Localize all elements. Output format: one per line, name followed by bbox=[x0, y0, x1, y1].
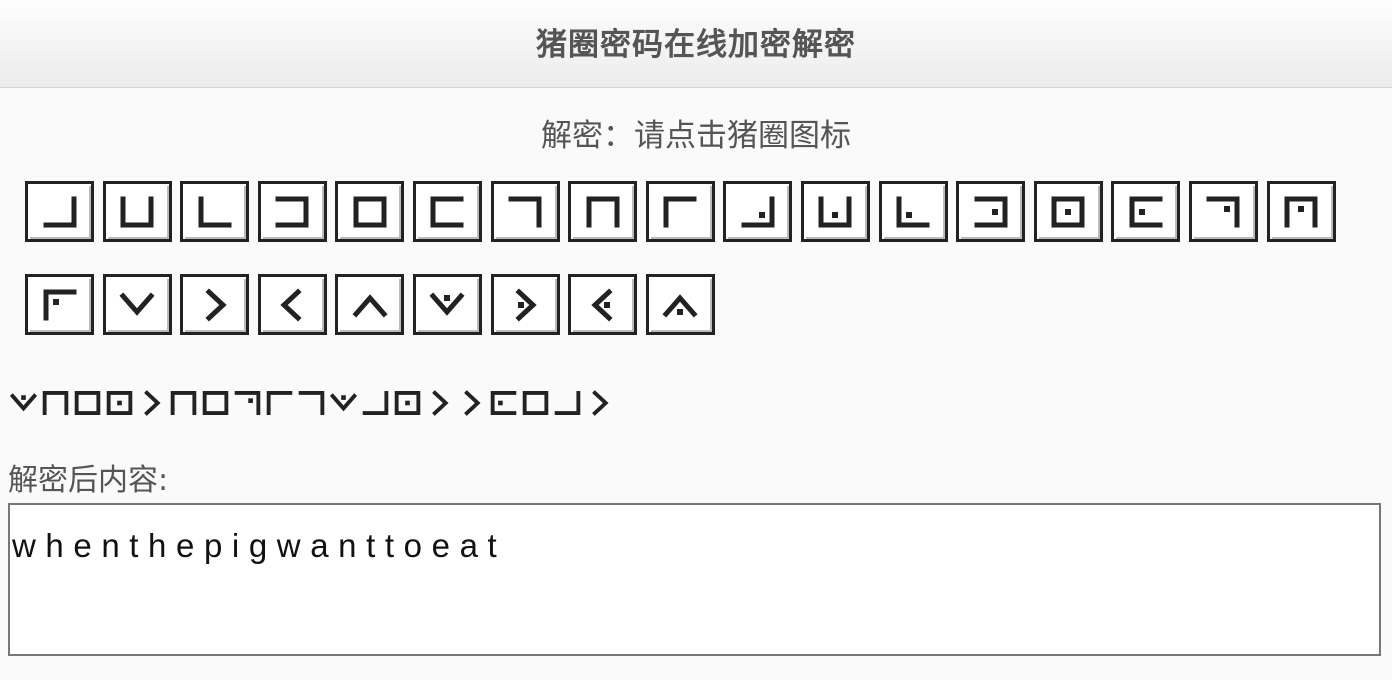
cipher-glyph-t-icon bbox=[424, 385, 455, 421]
cipher-glyph-t-icon bbox=[584, 385, 615, 421]
key-v[interactable] bbox=[335, 274, 405, 335]
pigpen-z-icon bbox=[660, 288, 700, 322]
cipher-glyph-t-icon bbox=[456, 385, 487, 421]
key-l[interactable] bbox=[878, 181, 948, 242]
pigpen-f-icon bbox=[427, 195, 467, 229]
key-x[interactable] bbox=[490, 274, 560, 335]
cipher-glyph-a-icon bbox=[360, 385, 391, 421]
pigpen-m-icon bbox=[971, 195, 1011, 229]
cipher-glyph-g-icon bbox=[296, 385, 327, 421]
cipher-glyph-h-icon bbox=[40, 385, 71, 421]
pigpen-r-icon bbox=[40, 288, 80, 322]
key-g[interactable] bbox=[490, 181, 560, 242]
pigpen-g-icon bbox=[505, 195, 545, 229]
pigpen-c-icon bbox=[195, 195, 235, 229]
cipher-glyph-n-icon bbox=[392, 385, 423, 421]
pigpen-u-icon bbox=[272, 287, 312, 322]
pigpen-t-icon bbox=[195, 287, 235, 322]
cipher-glyph-e-icon bbox=[200, 385, 231, 421]
key-r[interactable] bbox=[25, 274, 94, 335]
key-e[interactable] bbox=[335, 181, 405, 242]
cipher-glyph-o-icon bbox=[488, 385, 519, 421]
key-n[interactable] bbox=[1033, 181, 1103, 242]
result-textarea[interactable]: whenthepigwanttoeat bbox=[8, 503, 1381, 656]
key-a[interactable] bbox=[25, 181, 94, 242]
cipher-glyph-t-icon bbox=[136, 385, 167, 421]
key-k[interactable] bbox=[800, 181, 870, 242]
key-b[interactable] bbox=[102, 181, 172, 242]
key-z[interactable] bbox=[645, 274, 715, 335]
pigpen-y-icon bbox=[583, 287, 623, 322]
key-w[interactable] bbox=[412, 274, 482, 335]
pigpen-e-icon bbox=[350, 195, 390, 229]
pigpen-p-icon bbox=[1203, 195, 1243, 229]
key-m[interactable] bbox=[956, 181, 1026, 242]
keypad-row-2 bbox=[25, 274, 723, 335]
pigpen-b-icon bbox=[117, 195, 157, 229]
pigpen-n-icon bbox=[1048, 195, 1088, 229]
pigpen-l-icon bbox=[893, 195, 933, 229]
key-q[interactable] bbox=[1266, 181, 1336, 242]
pigpen-i-icon bbox=[660, 195, 700, 229]
pigpen-x-icon bbox=[505, 287, 545, 322]
page-title: 猪圈密码在线加密解密 bbox=[536, 27, 856, 63]
pigpen-d-icon bbox=[272, 195, 312, 229]
key-d[interactable] bbox=[257, 181, 327, 242]
cipher-glyph-h-icon bbox=[168, 385, 199, 421]
result-label: 解密后内容: bbox=[8, 463, 169, 498]
key-t[interactable] bbox=[180, 274, 250, 335]
pigpen-q-icon bbox=[1281, 195, 1321, 229]
pigpen-j-icon bbox=[738, 195, 778, 229]
cipher-glyph-i-icon bbox=[264, 385, 295, 421]
key-f[interactable] bbox=[412, 181, 482, 242]
pigpen-s-icon bbox=[117, 288, 157, 322]
key-j[interactable] bbox=[723, 181, 793, 242]
key-u[interactable] bbox=[257, 274, 327, 335]
key-h[interactable] bbox=[568, 181, 638, 242]
ciphertext-display bbox=[8, 385, 616, 421]
pigpen-a-icon bbox=[40, 195, 80, 229]
key-i[interactable] bbox=[645, 181, 715, 242]
cipher-glyph-n-icon bbox=[104, 385, 135, 421]
key-c[interactable] bbox=[180, 181, 250, 242]
cipher-glyph-w-icon bbox=[328, 385, 359, 421]
cipher-glyph-p-icon bbox=[232, 385, 263, 421]
decrypt-instruction: 解密：请点击猪圈图标 bbox=[541, 118, 851, 154]
cipher-glyph-e-icon bbox=[72, 385, 103, 421]
key-y[interactable] bbox=[568, 274, 638, 335]
pigpen-w-icon bbox=[427, 288, 467, 322]
cipher-glyph-e-icon bbox=[520, 385, 551, 421]
key-p[interactable] bbox=[1188, 181, 1258, 242]
keypad-row-1 bbox=[25, 181, 1344, 242]
pigpen-k-icon bbox=[815, 195, 855, 229]
pigpen-h-icon bbox=[583, 195, 623, 229]
pigpen-o-icon bbox=[1126, 195, 1166, 229]
cipher-glyph-a-icon bbox=[552, 385, 583, 421]
page-header: 猪圈密码在线加密解密 bbox=[0, 0, 1392, 88]
cipher-glyph-w-icon bbox=[8, 385, 39, 421]
key-o[interactable] bbox=[1111, 181, 1181, 242]
key-s[interactable] bbox=[102, 274, 172, 335]
result-text: whenthepigwanttoeat bbox=[12, 527, 507, 564]
pigpen-v-icon bbox=[350, 288, 390, 322]
